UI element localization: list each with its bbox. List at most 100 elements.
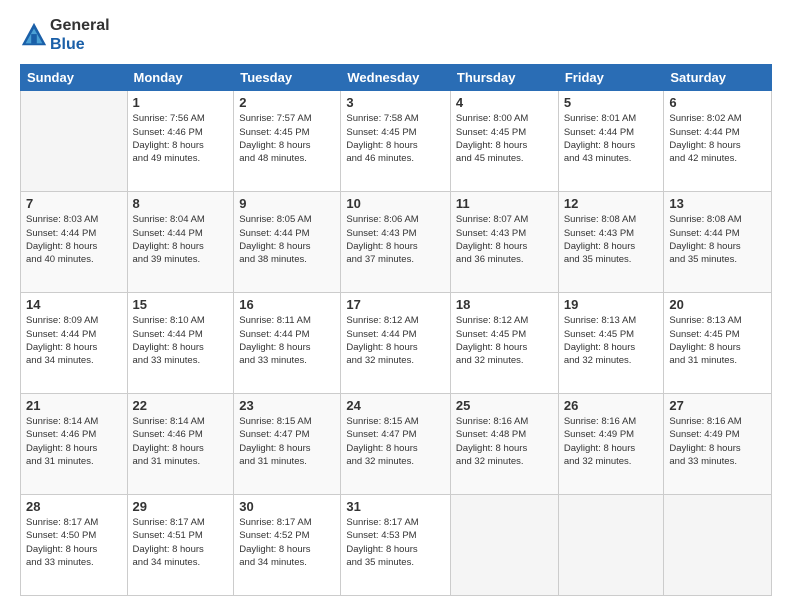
calendar-cell: 17Sunrise: 8:12 AM Sunset: 4:44 PM Dayli… — [341, 293, 451, 394]
day-info: Sunrise: 8:09 AM Sunset: 4:44 PM Dayligh… — [26, 314, 122, 367]
day-info: Sunrise: 8:16 AM Sunset: 4:49 PM Dayligh… — [564, 415, 659, 468]
calendar-week-row: 21 Sunrise: 8:14 AM Sunset: 4:46 PM Dayli… — [21, 394, 772, 495]
day-info: Sunrise: 8:10 AM Sunset: 4:44 PM Dayligh… — [133, 314, 229, 367]
day-info: Sunrise: 8:14 AM Sunset: 4:46 PM Dayligh… — [133, 415, 229, 468]
calendar-cell: 20 Sunrise: 8:13 AM Sunset: 4:45 PM Dayli… — [664, 293, 772, 394]
calendar-cell — [21, 91, 128, 192]
day-number: 16 — [239, 297, 335, 312]
day-number: 18 — [456, 297, 553, 312]
day-info: Sunrise: 8:12 AM Sunset: 4:45 PM Dayligh… — [456, 314, 553, 367]
logo-content: General Blue — [20, 16, 110, 54]
day-info: Sunrise: 8:16 AM Sunset: 4:48 PM Dayligh… — [456, 415, 553, 468]
day-info: Sunrise: 7:56 AM Sunset: 4:46 PM Dayligh… — [133, 112, 229, 165]
day-info: Sunrise: 8:15 AM Sunset: 4:47 PM Dayligh… — [239, 415, 335, 468]
day-info: Sunrise: 8:07 AM Sunset: 4:43 PM Dayligh… — [456, 213, 553, 266]
day-number: 9 — [239, 196, 335, 211]
calendar-cell: 15 Sunrise: 8:10 AM Sunset: 4:44 PM Dayli… — [127, 293, 234, 394]
day-number: 1 — [133, 95, 229, 110]
day-number: 4 — [456, 95, 553, 110]
day-number: 27 — [669, 398, 766, 413]
day-number: 23 — [239, 398, 335, 413]
day-info: Sunrise: 8:05 AM Sunset: 4:44 PM Dayligh… — [239, 213, 335, 266]
day-info: Sunrise: 8:17 AM Sunset: 4:50 PM Dayligh… — [26, 516, 122, 569]
day-number: 22 — [133, 398, 229, 413]
calendar-cell: 28Sunrise: 8:17 AM Sunset: 4:50 PM Dayli… — [21, 495, 128, 596]
calendar-week-row: 1 Sunrise: 7:56 AM Sunset: 4:46 PM Daylig… — [21, 91, 772, 192]
weekday-header-monday: Monday — [127, 65, 234, 91]
logo: General Blue — [20, 16, 110, 54]
calendar-cell: 22 Sunrise: 8:14 AM Sunset: 4:46 PM Dayli… — [127, 394, 234, 495]
calendar-cell: 5 Sunrise: 8:01 AM Sunset: 4:44 PM Daylig… — [558, 91, 664, 192]
day-info: Sunrise: 8:17 AM Sunset: 4:51 PM Dayligh… — [133, 516, 229, 569]
day-number: 29 — [133, 499, 229, 514]
calendar-cell: 9 Sunrise: 8:05 AM Sunset: 4:44 PM Daylig… — [234, 192, 341, 293]
calendar-cell: 16 Sunrise: 8:11 AM Sunset: 4:44 PM Dayli… — [234, 293, 341, 394]
day-info: Sunrise: 8:13 AM Sunset: 4:45 PM Dayligh… — [564, 314, 659, 367]
day-number: 5 — [564, 95, 659, 110]
day-info: Sunrise: 8:08 AM Sunset: 4:43 PM Dayligh… — [564, 213, 659, 266]
day-info: Sunrise: 8:11 AM Sunset: 4:44 PM Dayligh… — [239, 314, 335, 367]
logo-text: General Blue — [50, 16, 110, 54]
calendar-cell: 6Sunrise: 8:02 AM Sunset: 4:44 PM Daylig… — [664, 91, 772, 192]
day-number: 17 — [346, 297, 445, 312]
weekday-header-friday: Friday — [558, 65, 664, 91]
calendar-cell: 14 Sunrise: 8:09 AM Sunset: 4:44 PM Dayli… — [21, 293, 128, 394]
calendar-cell: 11 Sunrise: 8:07 AM Sunset: 4:43 PM Dayli… — [450, 192, 558, 293]
day-number: 13 — [669, 196, 766, 211]
day-info: Sunrise: 8:06 AM Sunset: 4:43 PM Dayligh… — [346, 213, 445, 266]
calendar-cell: 1 Sunrise: 7:56 AM Sunset: 4:46 PM Daylig… — [127, 91, 234, 192]
calendar-cell: 10 Sunrise: 8:06 AM Sunset: 4:43 PM Dayli… — [341, 192, 451, 293]
calendar-week-row: 28Sunrise: 8:17 AM Sunset: 4:50 PM Dayli… — [21, 495, 772, 596]
day-info: Sunrise: 8:03 AM Sunset: 4:44 PM Dayligh… — [26, 213, 122, 266]
page: General Blue SundayMondayTuesdayWednesda… — [0, 0, 792, 612]
weekday-header-tuesday: Tuesday — [234, 65, 341, 91]
calendar-week-row: 7 Sunrise: 8:03 AM Sunset: 4:44 PM Daylig… — [21, 192, 772, 293]
day-info: Sunrise: 8:17 AM Sunset: 4:53 PM Dayligh… — [346, 516, 445, 569]
calendar-cell: 31Sunrise: 8:17 AM Sunset: 4:53 PM Dayli… — [341, 495, 451, 596]
calendar-cell: 19Sunrise: 8:13 AM Sunset: 4:45 PM Dayli… — [558, 293, 664, 394]
day-number: 7 — [26, 196, 122, 211]
day-number: 6 — [669, 95, 766, 110]
calendar-header-row: SundayMondayTuesdayWednesdayThursdayFrid… — [21, 65, 772, 91]
calendar-cell: 23 Sunrise: 8:15 AM Sunset: 4:47 PM Dayli… — [234, 394, 341, 495]
calendar-cell: 4 Sunrise: 8:00 AM Sunset: 4:45 PM Daylig… — [450, 91, 558, 192]
day-number: 25 — [456, 398, 553, 413]
calendar-cell: 21 Sunrise: 8:14 AM Sunset: 4:46 PM Dayli… — [21, 394, 128, 495]
calendar-week-row: 14 Sunrise: 8:09 AM Sunset: 4:44 PM Dayli… — [21, 293, 772, 394]
day-number: 12 — [564, 196, 659, 211]
calendar-cell: 2Sunrise: 7:57 AM Sunset: 4:45 PM Daylig… — [234, 91, 341, 192]
weekday-header-wednesday: Wednesday — [341, 65, 451, 91]
calendar-table: SundayMondayTuesdayWednesdayThursdayFrid… — [20, 64, 772, 596]
weekday-header-sunday: Sunday — [21, 65, 128, 91]
calendar-cell: 24 Sunrise: 8:15 AM Sunset: 4:47 PM Dayli… — [341, 394, 451, 495]
logo-icon — [20, 21, 48, 49]
day-info: Sunrise: 8:13 AM Sunset: 4:45 PM Dayligh… — [669, 314, 766, 367]
day-info: Sunrise: 8:15 AM Sunset: 4:47 PM Dayligh… — [346, 415, 445, 468]
day-number: 2 — [239, 95, 335, 110]
day-info: Sunrise: 8:14 AM Sunset: 4:46 PM Dayligh… — [26, 415, 122, 468]
calendar-cell — [558, 495, 664, 596]
calendar-cell: 7 Sunrise: 8:03 AM Sunset: 4:44 PM Daylig… — [21, 192, 128, 293]
day-number: 30 — [239, 499, 335, 514]
day-info: Sunrise: 8:08 AM Sunset: 4:44 PM Dayligh… — [669, 213, 766, 266]
calendar-cell: 18 Sunrise: 8:12 AM Sunset: 4:45 PM Dayli… — [450, 293, 558, 394]
day-number: 11 — [456, 196, 553, 211]
weekday-header-saturday: Saturday — [664, 65, 772, 91]
calendar-cell — [450, 495, 558, 596]
calendar-cell — [664, 495, 772, 596]
day-number: 14 — [26, 297, 122, 312]
day-number: 20 — [669, 297, 766, 312]
day-info: Sunrise: 8:00 AM Sunset: 4:45 PM Dayligh… — [456, 112, 553, 165]
day-info: Sunrise: 7:58 AM Sunset: 4:45 PM Dayligh… — [346, 112, 445, 165]
day-number: 24 — [346, 398, 445, 413]
day-number: 21 — [26, 398, 122, 413]
day-number: 10 — [346, 196, 445, 211]
day-number: 8 — [133, 196, 229, 211]
day-number: 15 — [133, 297, 229, 312]
header: General Blue — [20, 16, 772, 54]
calendar-cell: 25 Sunrise: 8:16 AM Sunset: 4:48 PM Dayli… — [450, 394, 558, 495]
day-info: Sunrise: 8:01 AM Sunset: 4:44 PM Dayligh… — [564, 112, 659, 165]
day-info: Sunrise: 8:04 AM Sunset: 4:44 PM Dayligh… — [133, 213, 229, 266]
calendar-cell: 26Sunrise: 8:16 AM Sunset: 4:49 PM Dayli… — [558, 394, 664, 495]
calendar-cell: 12 Sunrise: 8:08 AM Sunset: 4:43 PM Dayli… — [558, 192, 664, 293]
